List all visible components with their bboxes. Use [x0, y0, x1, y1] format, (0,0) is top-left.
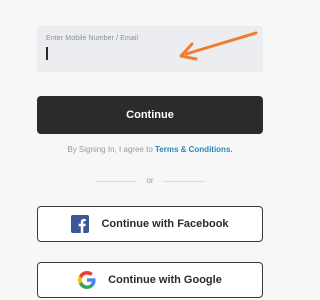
- google-button-label: Continue with Google: [108, 274, 222, 286]
- terms-prefix: By Signing In, I agree to: [67, 145, 155, 154]
- terms-link[interactable]: Terms & Conditions.: [155, 145, 233, 154]
- text-cursor: [46, 47, 48, 60]
- mobile-email-field[interactable]: Enter Mobile Number / Email: [37, 26, 263, 72]
- google-icon: [78, 271, 96, 289]
- continue-button[interactable]: Continue: [37, 96, 263, 134]
- facebook-button-label: Continue with Facebook: [101, 218, 229, 230]
- or-divider-text: or: [146, 176, 154, 185]
- terms-notice: By Signing In, I agree to Terms & Condit…: [0, 145, 300, 154]
- mobile-email-input[interactable]: [46, 46, 246, 62]
- facebook-icon: [71, 215, 90, 233]
- continue-with-google-button[interactable]: Continue with Google: [37, 262, 263, 298]
- mobile-email-label: Enter Mobile Number / Email: [46, 35, 139, 42]
- continue-with-facebook-button[interactable]: Continue with Facebook: [37, 206, 263, 242]
- divider-right: [163, 181, 205, 182]
